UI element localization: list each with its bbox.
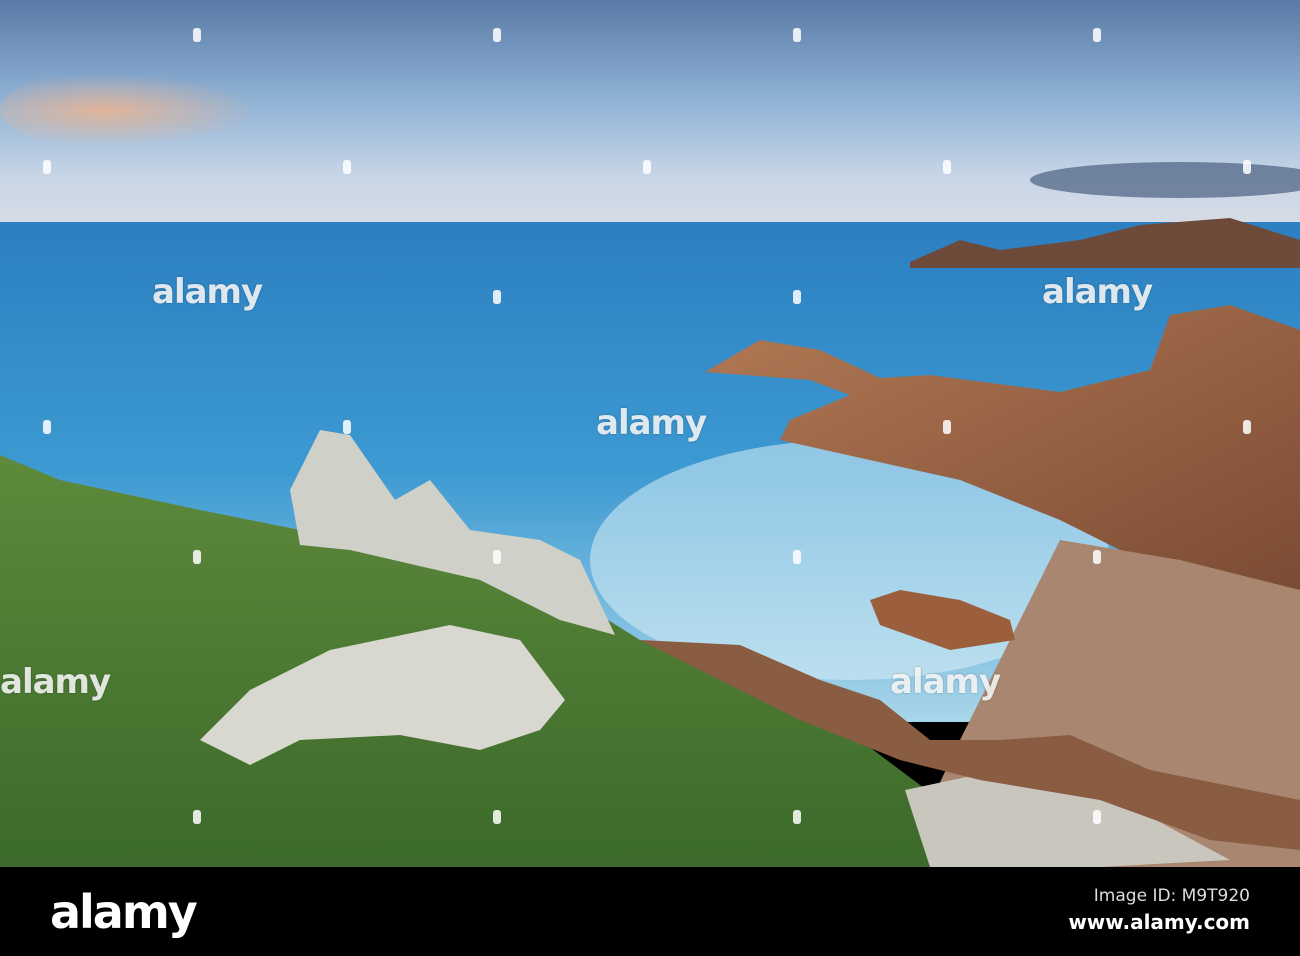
watermark-dot (493, 28, 501, 42)
watermark-dot (343, 160, 351, 174)
watermark-dot (793, 290, 801, 304)
watermark: alamy (0, 662, 111, 702)
watermark-dot (1243, 420, 1251, 434)
watermark-dot (43, 420, 51, 434)
website-link[interactable]: www.alamy.com (1068, 910, 1250, 934)
watermark-dot (1093, 28, 1101, 42)
watermark-dot (793, 550, 801, 564)
watermark-dot (943, 420, 951, 434)
watermark-dot (1093, 550, 1101, 564)
watermark-dot (793, 28, 801, 42)
watermark-dot (493, 810, 501, 824)
watermark-dot (343, 420, 351, 434)
footer-bar: alamy Image ID: M9T920 www.alamy.com (0, 867, 1300, 956)
image-id: Image ID: M9T920 (1093, 886, 1250, 906)
watermark-dot (1093, 810, 1101, 824)
alamy-logo: alamy (50, 885, 198, 939)
watermark-dot (193, 550, 201, 564)
watermark-dot (643, 160, 651, 174)
watermark-dot (493, 290, 501, 304)
watermark-dot (793, 810, 801, 824)
watermark: alamy (596, 403, 707, 443)
watermark: alamy (152, 272, 263, 312)
watermark: alamy (1042, 272, 1153, 312)
watermark: alamy (890, 662, 1001, 702)
watermark-dot (193, 28, 201, 42)
watermark-dot (43, 160, 51, 174)
sunset-clouds (0, 50, 520, 170)
watermark-dot (943, 160, 951, 174)
watermark-dot (493, 550, 501, 564)
watermark-dot (193, 810, 201, 824)
watermark-dot (1243, 160, 1251, 174)
